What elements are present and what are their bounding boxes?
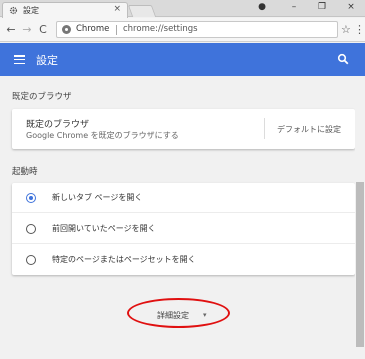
startup-option-specific-pages[interactable]: 特定のページまたはページセットを開く xyxy=(12,245,355,275)
reload-button[interactable]: C xyxy=(37,23,49,36)
address-divider xyxy=(116,25,117,35)
tab-close-button[interactable]: × xyxy=(113,4,121,14)
close-window-button[interactable]: × xyxy=(345,2,357,12)
highlight-ellipse xyxy=(127,298,230,328)
tab-strip: 設定 × ● – ❐ × xyxy=(0,0,365,18)
default-browser-subtitle: Google Chrome を既定のブラウザにする xyxy=(26,131,179,140)
settings-content: 既定のブラウザ 既定のブラウザ Google Chrome を既定のブラウザにす… xyxy=(0,76,365,359)
gear-icon xyxy=(9,6,18,15)
search-icon[interactable] xyxy=(337,53,349,65)
radio-unselected-icon[interactable] xyxy=(26,224,36,234)
radio-unselected-icon[interactable] xyxy=(26,255,36,265)
radio-selected-icon[interactable] xyxy=(26,193,36,203)
startup-card: 新しいタブ ページを開く 前回開いていたページを開く 特定のページまたはページセ… xyxy=(12,183,355,275)
startup-option-new-tab[interactable]: 新しいタブ ページを開く xyxy=(12,183,355,213)
restore-button[interactable]: ❐ xyxy=(316,2,328,12)
browser-toolbar: ← → C Chrome chrome://settings ☆ ⋮ xyxy=(0,18,365,42)
startup-option-label: 前回開いていたページを開く xyxy=(52,224,156,233)
tab-settings[interactable]: 設定 × xyxy=(2,2,128,18)
default-browser-card: 既定のブラウザ Google Chrome を既定のブラウザにする デフォルトに… xyxy=(12,109,355,149)
startup-option-label: 特定のページまたはページセットを開く xyxy=(52,255,196,264)
page-title: 設定 xyxy=(36,54,58,67)
startup-option-continue[interactable]: 前回開いていたページを開く xyxy=(12,214,355,244)
startup-option-label: 新しいタブ ページを開く xyxy=(52,193,143,202)
account-icon[interactable]: ● xyxy=(256,2,268,12)
address-bar[interactable]: Chrome chrome://settings xyxy=(56,21,338,38)
new-tab-button[interactable] xyxy=(127,5,157,17)
scrollbar-thumb[interactable] xyxy=(356,182,364,347)
settings-header: 設定 xyxy=(0,43,365,76)
back-button[interactable]: ← xyxy=(5,23,17,36)
site-label: Chrome xyxy=(76,24,110,34)
tab-title: 設定 xyxy=(23,6,39,15)
bookmark-star-icon[interactable]: ☆ xyxy=(341,23,351,36)
set-default-button[interactable]: デフォルトに設定 xyxy=(277,124,341,135)
default-browser-title: 既定のブラウザ xyxy=(26,120,90,130)
minimize-button[interactable]: – xyxy=(288,2,300,12)
chrome-icon xyxy=(62,25,71,34)
hamburger-icon[interactable] xyxy=(14,55,25,65)
card-divider xyxy=(264,118,265,139)
section-label-startup: 起動時 xyxy=(12,167,38,177)
browser-menu-button[interactable]: ⋮ xyxy=(354,23,365,36)
url-text[interactable]: chrome://settings xyxy=(123,24,198,34)
forward-button[interactable]: → xyxy=(21,23,33,36)
section-label-default-browser: 既定のブラウザ xyxy=(12,92,72,102)
